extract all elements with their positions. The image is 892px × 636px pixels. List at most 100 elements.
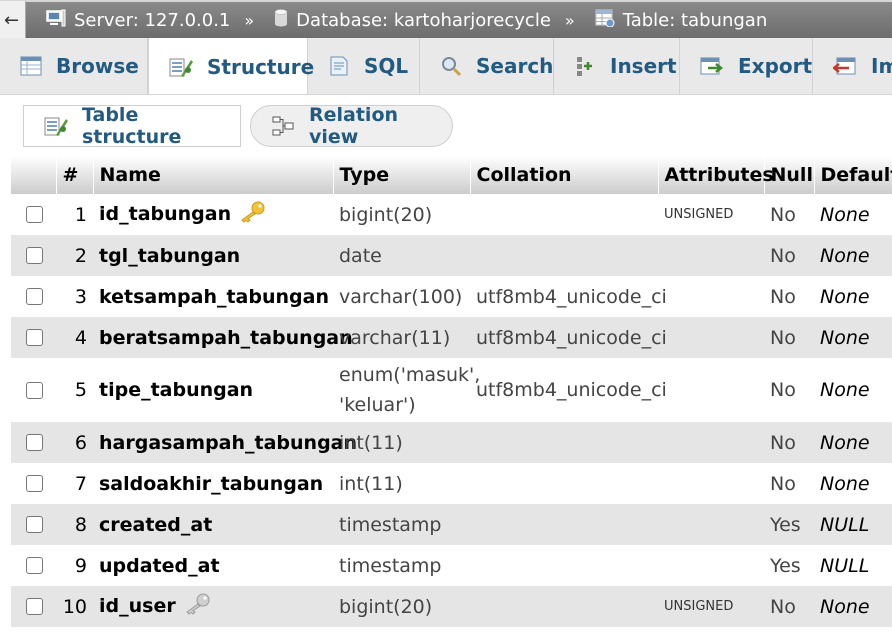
row-select-cell xyxy=(11,545,56,586)
tab-import-label: Im xyxy=(871,54,892,78)
cell-num: 10 xyxy=(56,586,93,627)
table-row: 1 id_tabungan bigint(20) UNSIGNED No Non… xyxy=(11,194,892,235)
header-attributes[interactable]: Attributes xyxy=(658,156,774,194)
cell-collation xyxy=(470,586,658,627)
cell-attributes xyxy=(658,276,764,317)
cell-default: NULL xyxy=(820,554,870,577)
cell-collation xyxy=(470,422,658,463)
tab-insert[interactable]: Insert xyxy=(554,38,680,94)
column-type: enum('masuk', 'keluar') xyxy=(339,364,481,416)
tab-browse[interactable]: Browse xyxy=(0,38,148,94)
primary-key-icon xyxy=(239,201,265,228)
header-type[interactable]: Type xyxy=(333,156,471,194)
row-checkbox[interactable] xyxy=(26,247,43,264)
cell-collation xyxy=(470,463,658,504)
row-select-cell xyxy=(11,317,56,358)
table-row: 8 created_at timestamp Yes NULL xyxy=(11,504,892,545)
cell-num: 8 xyxy=(56,504,93,545)
tab-sql-label: SQL xyxy=(364,54,409,78)
subtab-relation-view-label: Relation view xyxy=(309,104,399,148)
tab-import[interactable]: Im xyxy=(813,38,892,94)
tab-export-label: Export xyxy=(738,54,813,78)
row-checkbox[interactable] xyxy=(26,434,43,451)
breadcrumb-table[interactable]: Table: tabungan xyxy=(575,9,768,32)
table-row: 5 tipe_tabungan enum('masuk', 'keluar') … xyxy=(11,358,892,422)
row-checkbox[interactable] xyxy=(26,206,43,223)
breadcrumb-table-label: Table: tabungan xyxy=(622,9,768,31)
cell-type: bigint(20) xyxy=(339,203,433,226)
tab-sql[interactable]: SQL xyxy=(308,38,420,94)
cell-default: None xyxy=(814,586,892,627)
row-checkbox[interactable] xyxy=(26,288,43,305)
table-row: 10 id_user bigint(20) UNSIGNED No None xyxy=(11,586,892,627)
cell-name: ketsampah_tabungan xyxy=(99,285,329,308)
subtab-table-structure[interactable]: Table structure xyxy=(23,104,241,148)
tab-search[interactable]: Search xyxy=(420,38,554,94)
cell-null: No xyxy=(764,317,814,358)
cell-default: None xyxy=(820,472,870,495)
cell-type: varchar(11) xyxy=(333,317,470,358)
cell-attributes xyxy=(658,545,764,586)
row-checkbox[interactable] xyxy=(26,475,43,492)
cell-null: Yes xyxy=(770,554,801,577)
tab-structure-label: Structure xyxy=(207,54,315,79)
cell-num: 4 xyxy=(56,317,93,358)
cell-type: timestamp xyxy=(333,504,470,545)
cell-num: 3 xyxy=(74,285,87,308)
row-checkbox[interactable] xyxy=(26,557,43,574)
breadcrumb-separator: » xyxy=(244,10,255,30)
structure-table: # Name Type Collation Attributes Null De… xyxy=(11,156,892,627)
cell-attributes xyxy=(658,504,764,545)
cell-collation: utf8mb4_unicode_ci xyxy=(470,317,667,358)
cell-num: 1 xyxy=(74,203,87,226)
cell-name: tipe_tabungan xyxy=(99,379,254,401)
foreign-key-icon xyxy=(184,593,210,620)
database-icon xyxy=(274,8,288,32)
cell-attributes xyxy=(658,235,764,276)
table-icon xyxy=(595,9,615,32)
cell-collation: utf8mb4_unicode_ci xyxy=(476,379,667,401)
breadcrumb-database[interactable]: Database: kartoharjorecycle xyxy=(254,8,551,32)
tab-structure[interactable]: Structure xyxy=(148,38,314,94)
row-checkbox[interactable] xyxy=(26,516,43,533)
cell-attributes xyxy=(658,358,764,422)
row-select-cell xyxy=(11,276,56,317)
cell-default: None xyxy=(814,235,892,276)
tab-insert-label: Insert xyxy=(610,54,677,78)
cell-attributes xyxy=(658,317,764,358)
breadcrumb-separator: » xyxy=(564,10,575,30)
cell-collation: utf8mb4_unicode_ci xyxy=(476,285,667,308)
cell-null: No xyxy=(770,203,796,226)
back-arrow-icon[interactable]: ← xyxy=(0,1,26,39)
column-name: id_tabungan xyxy=(99,203,232,225)
cell-null: No xyxy=(770,472,796,495)
row-checkbox[interactable] xyxy=(26,329,43,346)
header-collation[interactable]: Collation xyxy=(470,156,659,194)
column-name: id_user xyxy=(99,595,176,617)
browse-icon xyxy=(20,56,42,76)
main-tabs: Browse Structure SQL Search Insert Expor… xyxy=(0,38,892,95)
cell-name: created_at xyxy=(93,504,333,545)
cell-default: None xyxy=(820,203,870,226)
row-checkbox[interactable] xyxy=(26,381,43,399)
server-icon xyxy=(46,9,66,32)
header-name[interactable]: Name xyxy=(93,156,334,194)
row-select-cell xyxy=(11,422,56,463)
cell-num: 2 xyxy=(56,235,93,276)
cell-type: int(11) xyxy=(333,422,470,463)
cell-name: hargasampah_tabungan xyxy=(93,422,357,463)
cell-default: NULL xyxy=(814,504,892,545)
table-row: 4 beratsampah_tabungan varchar(11) utf8m… xyxy=(11,317,892,358)
row-checkbox[interactable] xyxy=(26,598,43,615)
header-null[interactable]: Null xyxy=(764,156,815,194)
cell-collation xyxy=(470,235,658,276)
cell-collation xyxy=(470,194,658,235)
breadcrumb-server[interactable]: Server: 127.0.0.1 xyxy=(26,9,230,32)
insert-icon xyxy=(574,55,596,77)
tab-export[interactable]: Export xyxy=(680,38,813,94)
header-num[interactable]: # xyxy=(56,156,94,194)
table-row: 6 hargasampah_tabungan int(11) No None xyxy=(11,422,892,463)
subtab-relation-view[interactable]: Relation view xyxy=(250,104,453,148)
cell-default: None xyxy=(820,379,870,401)
header-default[interactable]: Default xyxy=(814,156,892,194)
